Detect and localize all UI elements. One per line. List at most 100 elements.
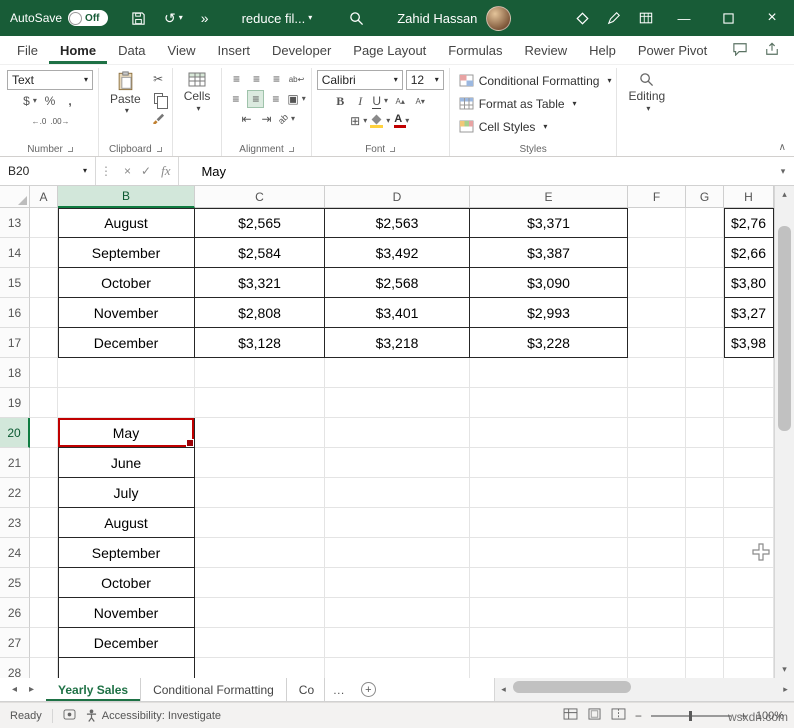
cell-C27[interactable]	[195, 628, 325, 658]
cell-E16[interactable]: $2,993	[470, 298, 628, 328]
sheet-tabs-more-button[interactable]: …	[325, 678, 353, 701]
cut-button[interactable]: ✂	[150, 70, 167, 88]
cell-E17[interactable]: $3,228	[470, 328, 628, 358]
cell-C28[interactable]	[195, 658, 325, 678]
cell-D27[interactable]	[325, 628, 470, 658]
cell-D21[interactable]	[325, 448, 470, 478]
tab-data[interactable]: Data	[107, 36, 156, 64]
cell-F20[interactable]	[628, 418, 686, 448]
col-header-A[interactable]: A	[30, 186, 58, 208]
row-header-27[interactable]: 27	[0, 628, 30, 658]
cell-G17[interactable]	[686, 328, 724, 358]
cell-H15[interactable]: $3,80	[724, 268, 774, 298]
tab-home[interactable]: Home	[49, 36, 107, 64]
cell-E15[interactable]: $3,090	[470, 268, 628, 298]
cell-C17[interactable]: $3,128	[195, 328, 325, 358]
col-header-H[interactable]: H	[724, 186, 774, 208]
cell-D19[interactable]	[325, 388, 470, 418]
tab-insert[interactable]: Insert	[207, 36, 262, 64]
cell-H20[interactable]	[724, 418, 774, 448]
cell-G21[interactable]	[686, 448, 724, 478]
align-bottom-button[interactable]: ≡	[268, 70, 285, 88]
format-as-table-button[interactable]: Format as Table ▾	[455, 93, 612, 114]
cell-E14[interactable]: $3,387	[470, 238, 628, 268]
page-layout-view-button[interactable]	[587, 708, 602, 723]
fill-color-button[interactable]: ▾	[370, 112, 390, 130]
cell-G16[interactable]	[686, 298, 724, 328]
cell-E19[interactable]	[470, 388, 628, 418]
cell-C15[interactable]: $3,321	[195, 268, 325, 298]
align-left-button[interactable]: ≡	[227, 90, 244, 108]
cell-A21[interactable]	[30, 448, 58, 478]
cell-E21[interactable]	[470, 448, 628, 478]
decrease-indent-button[interactable]: ⇤	[238, 110, 255, 128]
search-button[interactable]	[340, 0, 373, 36]
col-header-C[interactable]: C	[195, 186, 325, 208]
horizontal-scrollbar[interactable]: ◂ ▸	[494, 678, 794, 701]
collapse-ribbon-button[interactable]: ∧	[779, 142, 786, 153]
cell-F17[interactable]	[628, 328, 686, 358]
row-header-13[interactable]: 13	[0, 208, 30, 238]
cell-D16[interactable]: $3,401	[325, 298, 470, 328]
avatar[interactable]	[486, 6, 511, 31]
cell-H25[interactable]	[724, 568, 774, 598]
cell-C25[interactable]	[195, 568, 325, 598]
cell-E27[interactable]	[470, 628, 628, 658]
cell-D18[interactable]	[325, 358, 470, 388]
row-header-19[interactable]: 19	[0, 388, 30, 418]
col-header-E[interactable]: E	[470, 186, 628, 208]
cell-C19[interactable]	[195, 388, 325, 418]
zoom-slider-thumb[interactable]	[689, 711, 692, 721]
cell-A14[interactable]	[30, 238, 58, 268]
cell-A18[interactable]	[30, 358, 58, 388]
cell-C21[interactable]	[195, 448, 325, 478]
row-header-17[interactable]: 17	[0, 328, 30, 358]
font-color-button[interactable]: A▾	[393, 112, 410, 130]
cell-F23[interactable]	[628, 508, 686, 538]
cell-A26[interactable]	[30, 598, 58, 628]
sheet-prev-icon[interactable]: ◂	[12, 684, 17, 695]
scroll-up-icon[interactable]: ▴	[775, 186, 794, 203]
cell-B26[interactable]: November	[58, 598, 195, 628]
minimize-button[interactable]: —	[662, 0, 706, 36]
cell-H26[interactable]	[724, 598, 774, 628]
cell-H23[interactable]	[724, 508, 774, 538]
cell-E20[interactable]	[470, 418, 628, 448]
cell-D23[interactable]	[325, 508, 470, 538]
undo-button[interactable]: ↺▾	[155, 0, 192, 36]
cell-F26[interactable]	[628, 598, 686, 628]
row-header-24[interactable]: 24	[0, 538, 30, 568]
cell-H24[interactable]	[724, 538, 774, 568]
cell-A16[interactable]	[30, 298, 58, 328]
cell-F21[interactable]	[628, 448, 686, 478]
cell-C24[interactable]	[195, 538, 325, 568]
row-header-20[interactable]: 20	[0, 418, 30, 448]
normal-view-button[interactable]	[563, 708, 578, 723]
cell-F22[interactable]	[628, 478, 686, 508]
name-box[interactable]: B20▾	[0, 157, 96, 185]
vertical-scrollbar[interactable]: ▴ ▾	[774, 186, 794, 678]
account-info[interactable]: Zahid Hassan	[397, 6, 511, 31]
italic-button[interactable]: I	[352, 92, 369, 110]
cell-styles-button[interactable]: Cell Styles ▾	[455, 116, 612, 137]
document-title[interactable]: reduce fil...▾	[242, 11, 313, 26]
cell-B13[interactable]: August	[58, 208, 195, 238]
cell-E18[interactable]	[470, 358, 628, 388]
align-right-button[interactable]: ≡	[267, 90, 284, 108]
cell-C13[interactable]: $2,565	[195, 208, 325, 238]
dialog-launcher-icon[interactable]	[157, 147, 162, 152]
paste-button[interactable]: Paste ▾	[104, 70, 147, 116]
cell-B24[interactable]: September	[58, 538, 195, 568]
tab-page-layout[interactable]: Page Layout	[342, 36, 437, 64]
row-header-26[interactable]: 26	[0, 598, 30, 628]
scroll-left-icon[interactable]: ◂	[495, 684, 512, 695]
cell-F27[interactable]	[628, 628, 686, 658]
cell-H16[interactable]: $3,27	[724, 298, 774, 328]
tab-review[interactable]: Review	[513, 36, 578, 64]
autosave-toggle[interactable]: Off	[68, 10, 108, 26]
cell-G15[interactable]	[686, 268, 724, 298]
cell-F15[interactable]	[628, 268, 686, 298]
col-header-F[interactable]: F	[628, 186, 686, 208]
cell-B19[interactable]	[58, 388, 195, 418]
cell-G13[interactable]	[686, 208, 724, 238]
